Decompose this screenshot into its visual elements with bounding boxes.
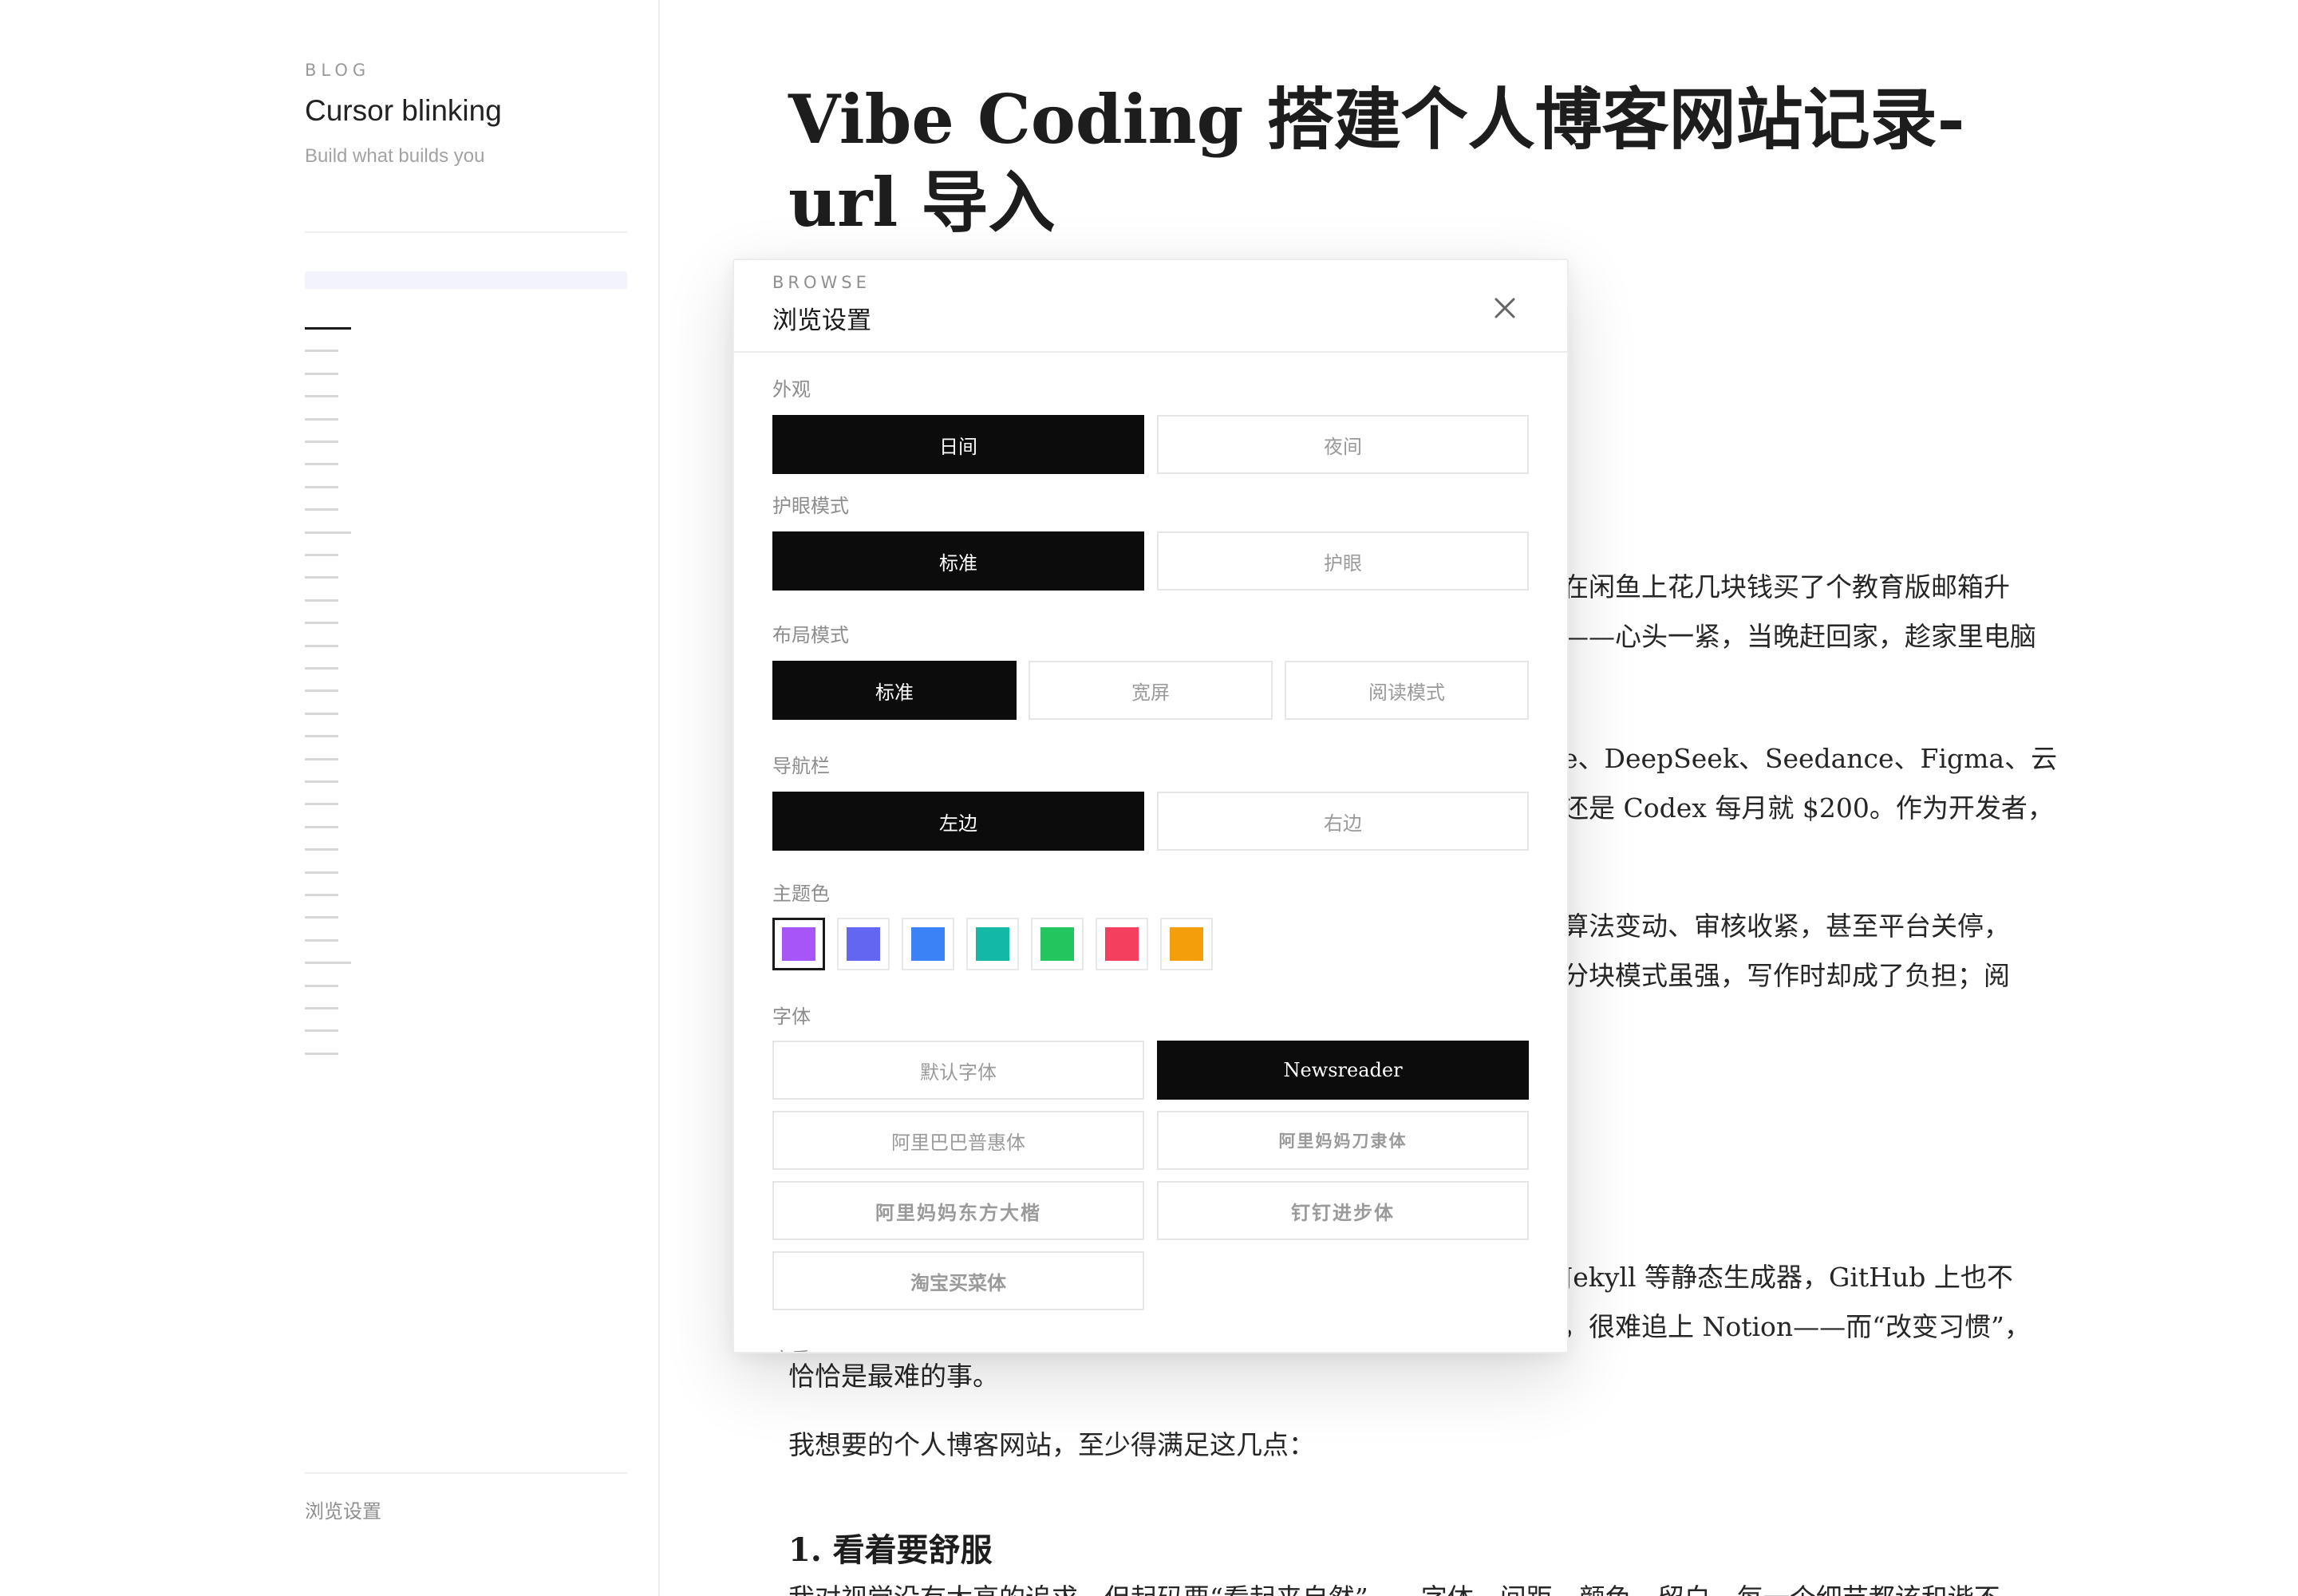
toc-marker[interactable] bbox=[305, 554, 338, 556]
navbar-right-button[interactable]: 右边 bbox=[1157, 792, 1529, 851]
font-alimama-dongfang-button[interactable]: 阿里妈妈东方大楷 bbox=[772, 1181, 1144, 1240]
font-label: 字体 bbox=[772, 1005, 811, 1028]
article-paragraph-line: e、DeepSeek、Seedance、Figma、云 bbox=[1562, 743, 2058, 774]
eye-care-standard-button[interactable]: 标准 bbox=[772, 531, 1144, 591]
toc-marker[interactable] bbox=[305, 395, 338, 398]
theme-color-swatch[interactable] bbox=[1096, 918, 1148, 970]
layout-reading-button[interactable]: 阅读模式 bbox=[1285, 661, 1529, 720]
theme-color-swatch[interactable] bbox=[1160, 918, 1213, 970]
toc-marker[interactable] bbox=[305, 576, 338, 579]
navbar-left-button[interactable]: 左边 bbox=[772, 792, 1144, 851]
appearance-label: 外观 bbox=[772, 378, 811, 401]
toc-marker[interactable] bbox=[305, 508, 338, 512]
font-alibaba-puhui-button[interactable]: 阿里巴巴普惠体 bbox=[772, 1111, 1144, 1170]
toc-marker[interactable] bbox=[305, 962, 351, 965]
toc-marker[interactable] bbox=[305, 757, 338, 760]
article-paragraph-line: 我对视觉没有太高的追求，但起码要“看起来自然”——字体、间距、颜色、留白，每一个… bbox=[788, 1574, 2000, 1596]
font-default-button[interactable]: 默认字体 bbox=[772, 1041, 1144, 1100]
appearance-day-button[interactable]: 日间 bbox=[772, 415, 1144, 474]
theme-color-swatch[interactable] bbox=[772, 918, 825, 970]
blog-kicker: BLOG bbox=[305, 61, 371, 80]
toc-marker[interactable] bbox=[305, 780, 338, 783]
modal-title: 浏览设置 bbox=[772, 306, 871, 335]
sidebar: BLOG Cursor blinking Build what builds y… bbox=[0, 0, 660, 1596]
theme-color-fill bbox=[1040, 927, 1074, 961]
toc-marker[interactable] bbox=[305, 848, 338, 851]
toc-marker[interactable] bbox=[305, 531, 351, 534]
font-newsreader-button[interactable]: Newsreader bbox=[1157, 1041, 1529, 1100]
layout-label: 布局模式 bbox=[772, 624, 849, 646]
article-heading: 1. 看着要舒服 bbox=[788, 1531, 993, 1569]
toc-marker[interactable] bbox=[305, 622, 338, 625]
article-paragraph-line: 算法变动、审核收紧，甚至平台关停， bbox=[1562, 911, 2010, 942]
theme-color-fill bbox=[847, 927, 880, 961]
appearance-night-button[interactable]: 夜间 bbox=[1157, 415, 1529, 474]
toc-marker[interactable] bbox=[305, 485, 338, 488]
theme-color-label: 主题色 bbox=[772, 883, 830, 905]
theme-color-fill bbox=[911, 927, 945, 961]
toc-marker[interactable] bbox=[305, 894, 338, 896]
sidebar-progress-bar bbox=[305, 271, 627, 289]
toc-marker[interactable] bbox=[305, 350, 338, 353]
theme-color-swatch[interactable] bbox=[966, 918, 1019, 970]
font-dingtalk-jinbu-button[interactable]: 钉钉进步体 bbox=[1157, 1181, 1529, 1240]
toc-marker[interactable] bbox=[305, 598, 338, 602]
modal-kicker: BROWSE bbox=[772, 273, 871, 292]
article-paragraph: 我想要的个人博客网站，至少得满足这几点： bbox=[788, 1429, 1315, 1460]
toc-marker[interactable] bbox=[305, 372, 338, 375]
navbar-label: 导航栏 bbox=[772, 755, 830, 777]
site-subtitle: Build what builds you bbox=[305, 145, 485, 167]
browse-settings-link[interactable]: 浏览设置 bbox=[305, 1495, 381, 1523]
article-paragraph-line: 分块模式虽强，写作时却成了负担；阅 bbox=[1562, 960, 2010, 991]
theme-color-swatch[interactable] bbox=[1031, 918, 1084, 970]
article-paragraph-line: ，很难追上 Notion——而“改变习惯”， bbox=[1562, 1311, 2031, 1342]
sidebar-divider bbox=[305, 231, 627, 233]
toc-marker[interactable] bbox=[305, 440, 338, 443]
theme-color-swatch[interactable] bbox=[902, 918, 954, 970]
theme-color-fill bbox=[976, 927, 1009, 961]
toc-marker[interactable] bbox=[305, 689, 338, 693]
toc-marker[interactable] bbox=[305, 825, 338, 828]
sidebar-divider-bottom bbox=[305, 1472, 627, 1474]
theme-color-fill bbox=[782, 927, 815, 961]
site-title[interactable]: Cursor blinking bbox=[305, 94, 502, 128]
article-paragraph-line: 还是 Codex 每月就 $200。作为开发者， bbox=[1562, 792, 2054, 824]
article-title: Vibe Coding 搭建个人博客网站记录-url 导入 bbox=[788, 80, 1965, 242]
font-alimama-daoli-button[interactable]: 阿里妈妈刀隶体 bbox=[1157, 1111, 1529, 1170]
toc-marker[interactable] bbox=[305, 644, 338, 647]
toc-marker[interactable] bbox=[305, 1029, 338, 1033]
article-paragraph-line: 恰恰是最难的事。 bbox=[788, 1361, 999, 1392]
close-icon bbox=[1494, 298, 1515, 318]
eye-care-protect-button[interactable]: 护眼 bbox=[1157, 531, 1529, 591]
theme-color-fill bbox=[1170, 927, 1203, 961]
close-button[interactable] bbox=[1484, 287, 1526, 329]
toc-marker[interactable] bbox=[305, 735, 338, 738]
toc-marker[interactable] bbox=[305, 871, 338, 874]
toc-marker[interactable] bbox=[305, 712, 338, 715]
toc-marker[interactable] bbox=[305, 938, 338, 942]
article-paragraph-line: Jekyll 等静态生成器，GitHub 上也不 bbox=[1562, 1262, 2013, 1293]
toc-marker[interactable] bbox=[305, 417, 338, 421]
theme-color-fill bbox=[1105, 927, 1139, 961]
theme-color-swatch[interactable] bbox=[837, 918, 890, 970]
font-weight-label: 字重 bbox=[772, 1344, 811, 1352]
layout-wide-button[interactable]: 宽屏 bbox=[1029, 661, 1273, 720]
modal-header: BROWSE 浏览设置 bbox=[734, 260, 1567, 353]
eye-care-label: 护眼模式 bbox=[772, 495, 849, 517]
browse-settings-modal: BROWSE 浏览设置 外观 日间 夜间 护眼模式 标准 护眼 布局模式 标准 … bbox=[732, 259, 1569, 1353]
toc-marker[interactable] bbox=[305, 984, 338, 987]
layout-standard-button[interactable]: 标准 bbox=[772, 661, 1017, 720]
toc-marker[interactable] bbox=[305, 463, 338, 466]
toc-marker[interactable] bbox=[305, 1052, 338, 1055]
toc-marker[interactable] bbox=[305, 1007, 338, 1009]
toc-marker[interactable] bbox=[305, 327, 351, 330]
article-paragraph-line: 在闲鱼上花几块钱买了个教育版邮箱升 bbox=[1562, 571, 2010, 602]
article-paragraph-line: ——心头一紧，当晚赶回家，趁家里电脑 bbox=[1562, 621, 2036, 652]
toc-marker[interactable] bbox=[305, 667, 338, 670]
toc-marker[interactable] bbox=[305, 916, 338, 919]
toc-marker[interactable] bbox=[305, 803, 338, 806]
font-taobao-maicai-button[interactable]: 淘宝买菜体 bbox=[772, 1251, 1144, 1310]
